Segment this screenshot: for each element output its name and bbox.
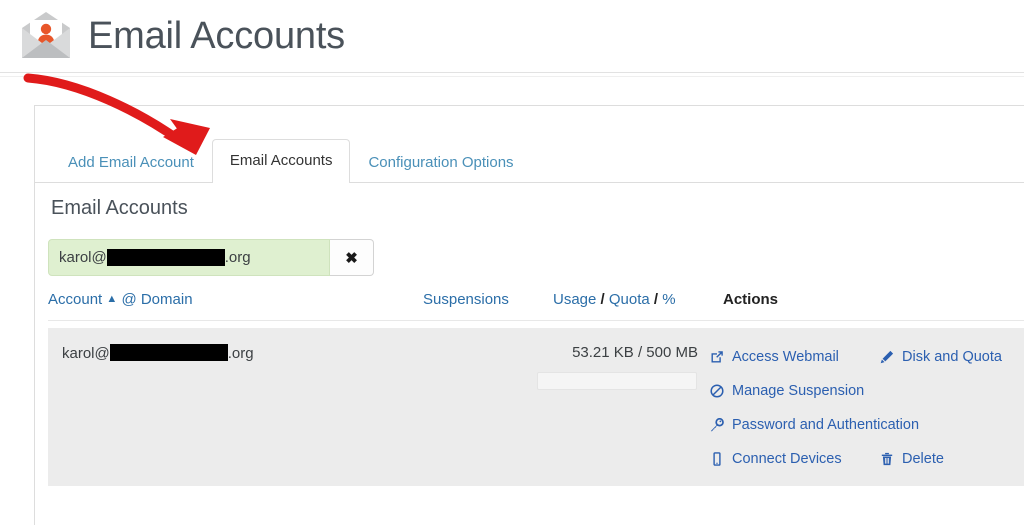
account-prefix: karol@ xyxy=(62,345,110,362)
action-disk-and-quota-label: Disk and Quota xyxy=(902,349,1002,365)
section-title: Email Accounts xyxy=(51,197,188,219)
usage-progress-bar xyxy=(537,372,697,390)
header-divider-secondary xyxy=(0,76,1024,77)
action-password-and-authentication-label: Password and Authentication xyxy=(732,417,920,433)
table-header-divider xyxy=(48,320,1024,321)
search-value-redaction xyxy=(106,249,225,266)
account-suffix: .org xyxy=(227,345,254,362)
action-delete-label: Delete xyxy=(902,451,944,467)
mobile-icon xyxy=(708,451,726,467)
search-value-suffix: .org xyxy=(224,249,251,266)
trash-icon xyxy=(878,451,896,467)
table-row: karol@ .org 53.21 KB / 500 MB Access Webm… xyxy=(48,328,1024,486)
search-input[interactable]: karol@ .org xyxy=(48,239,330,276)
pencil-icon xyxy=(878,349,896,365)
search-value-prefix: karol@ xyxy=(59,249,107,266)
page-title: Email Accounts xyxy=(88,15,345,57)
usage-separator-1: / xyxy=(600,291,605,308)
sort-ascending-icon: ▲ xyxy=(106,293,118,305)
column-header-suspensions: Suspensions xyxy=(423,291,509,309)
key-icon xyxy=(708,417,726,433)
column-header-actions: Actions xyxy=(723,291,779,308)
tab-bar-underline xyxy=(35,182,1024,183)
tab-configuration-options[interactable]: Configuration Options xyxy=(350,143,531,182)
action-manage-suspension[interactable]: Manage Suspension xyxy=(708,383,864,399)
action-disk-and-quota[interactable]: Disk and Quota xyxy=(878,349,1002,365)
tab-email-accounts[interactable]: Email Accounts xyxy=(211,139,351,183)
action-line-4: Connect Devices Delete xyxy=(708,442,1024,476)
header-divider xyxy=(0,72,1024,73)
clear-search-button[interactable]: ✖ xyxy=(330,239,374,276)
sort-by-percent-link[interactable]: % xyxy=(662,291,675,308)
tab-add-email-account[interactable]: Add Email Account xyxy=(50,143,212,182)
ban-icon xyxy=(708,383,726,399)
action-password-and-authentication[interactable]: Password and Authentication xyxy=(708,417,919,433)
table-header-row: Account ▲ @ Domain Suspensions Usage / Q… xyxy=(48,291,1024,322)
external-link-icon xyxy=(708,349,726,365)
column-header-usage-quota-percent: Usage / Quota / % xyxy=(553,291,676,309)
search-row: karol@ .org ✖ xyxy=(48,239,374,276)
sort-by-quota-link[interactable]: Quota xyxy=(609,291,650,308)
sort-by-suspensions-link[interactable]: Suspensions xyxy=(423,291,509,308)
action-line-1: Access Webmail Disk and Quota xyxy=(708,340,1024,374)
email-envelope-user-icon xyxy=(18,10,74,62)
sort-by-account-link[interactable]: Account xyxy=(48,291,102,308)
cell-actions: Access Webmail Disk and Quota Manage Sus… xyxy=(708,340,1024,476)
cell-usage: 53.21 KB / 500 MB xyxy=(572,344,698,361)
column-header-account: Account ▲ @ Domain xyxy=(48,291,193,309)
account-redaction xyxy=(109,344,228,361)
email-accounts-table: Account ▲ @ Domain Suspensions Usage / Q… xyxy=(48,291,1024,486)
action-line-3: Password and Authentication xyxy=(708,408,1024,442)
sort-by-usage-link[interactable]: Usage xyxy=(553,291,596,308)
action-delete[interactable]: Delete xyxy=(878,451,944,467)
content-panel: Add Email Account Email Accounts Configu… xyxy=(34,105,1024,525)
page-header: Email Accounts xyxy=(0,0,1024,72)
action-connect-devices-label: Connect Devices xyxy=(732,451,842,467)
action-access-webmail-label: Access Webmail xyxy=(732,349,839,365)
usage-separator-2: / xyxy=(653,291,659,308)
at-symbol: @ xyxy=(121,291,137,308)
action-line-2: Manage Suspension xyxy=(708,374,1024,408)
sort-by-domain-link[interactable]: Domain xyxy=(141,291,193,308)
action-connect-devices[interactable]: Connect Devices xyxy=(708,451,878,467)
cell-account: karol@ .org xyxy=(62,344,254,362)
action-manage-suspension-label: Manage Suspension xyxy=(732,383,865,399)
tab-bar: Add Email Account Email Accounts Configu… xyxy=(50,139,532,183)
action-access-webmail[interactable]: Access Webmail xyxy=(708,349,878,365)
